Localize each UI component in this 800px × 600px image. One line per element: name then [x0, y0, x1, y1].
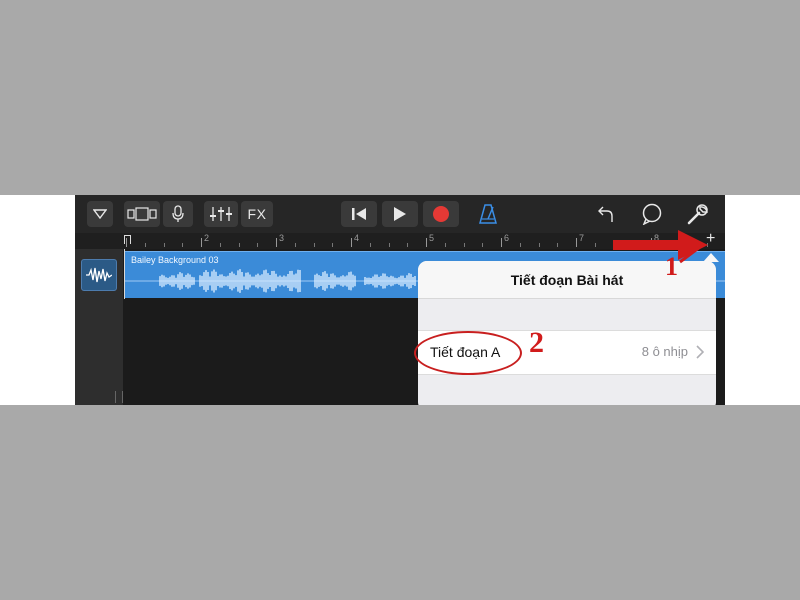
ruler-bar-number: 8: [654, 233, 660, 243]
mixer-button[interactable]: [204, 201, 238, 227]
play-icon: [394, 207, 406, 221]
track-resize-handle[interactable]: [115, 391, 123, 403]
undo-button[interactable]: [591, 201, 621, 227]
ruler-bar-number: 4: [354, 233, 360, 243]
ruler-tick: [426, 238, 427, 247]
section-length: 8 ô nhịp: [641, 344, 688, 359]
annotation-step-2: 2: [529, 326, 544, 359]
fx-label: FX: [247, 206, 267, 222]
ruler-tick: [332, 243, 334, 247]
playhead-line: [124, 249, 125, 299]
ruler-bar-number: 5: [429, 233, 435, 243]
ruler-tick: [294, 243, 296, 247]
ruler-tick: [576, 238, 577, 247]
ruler-tick: [444, 243, 446, 247]
metronome-icon: [479, 204, 497, 224]
browser-toggle-button[interactable]: [87, 201, 113, 227]
ruler-tick: [519, 243, 521, 247]
playhead-handle[interactable]: [124, 235, 131, 244]
play-button[interactable]: [382, 201, 418, 227]
popover-title: Tiết đoạn Bài hát: [510, 271, 624, 288]
settings-wrench-icon: [687, 204, 708, 225]
ruler-tick: [407, 243, 409, 247]
chevron-right-icon: [696, 345, 704, 359]
ruler-tick: [482, 243, 484, 247]
microphone-icon: [172, 205, 184, 222]
ruler-tick: [651, 238, 652, 247]
ruler-tick: [238, 243, 240, 247]
audio-waveform-icon: [86, 267, 112, 283]
ruler-tick: [669, 243, 671, 247]
ruler-tick: [369, 243, 371, 247]
ruler-bar-number: 6: [504, 233, 510, 243]
ruler-tick: [182, 243, 184, 247]
ruler-tick: [388, 243, 390, 247]
annotation-step-1: 1: [665, 252, 678, 281]
ruler-tick: [144, 243, 146, 247]
ruler-tick: [557, 243, 559, 247]
loop-icon: [642, 203, 662, 225]
fx-button[interactable]: FX: [241, 201, 273, 227]
timeline-ruler[interactable]: 2 3 4 5 6 7 8 +: [75, 230, 725, 249]
control-bar: FX: [75, 195, 725, 233]
record-icon: [433, 206, 449, 222]
ruler-tick: [351, 238, 352, 247]
ruler-tick: [163, 243, 165, 247]
garageband-window: FX 2 3 4 5 6 7 8 + Bailey Background 03 …: [75, 195, 725, 405]
ruler-bar-number: 7: [579, 233, 585, 243]
ruler-tick: [276, 238, 277, 247]
view-toggle-button[interactable]: [124, 201, 160, 227]
ruler-tick: [501, 238, 502, 247]
track-header-column: [75, 249, 123, 405]
ruler-tick: [538, 243, 540, 247]
track-header[interactable]: [81, 259, 117, 291]
ruler-tick: [613, 243, 615, 247]
microphone-button[interactable]: [163, 201, 193, 227]
loop-button[interactable]: [637, 201, 667, 227]
undo-icon: [598, 206, 613, 222]
record-button[interactable]: [423, 201, 459, 227]
ruler-tick: [313, 243, 315, 247]
ruler-bar-number: 3: [279, 233, 285, 243]
annotation-highlight-ellipse: [414, 331, 522, 375]
mixer-icon: [210, 207, 232, 221]
ruler-tick: [201, 238, 202, 247]
ruler-tick: [707, 243, 709, 247]
ruler-tick: [688, 243, 690, 247]
ruler-tick: [632, 243, 634, 247]
browser-toggle-icon: [93, 209, 107, 219]
region-name: Bailey Background 03: [131, 255, 219, 265]
view-toggle-icon: [127, 207, 157, 221]
ruler-tick: [463, 243, 465, 247]
settings-button[interactable]: [683, 201, 713, 227]
go-to-start-icon: [352, 208, 366, 220]
go-to-start-button[interactable]: [341, 201, 377, 227]
ruler-tick: [219, 243, 221, 247]
ruler-tick: [257, 243, 259, 247]
metronome-button[interactable]: [473, 201, 503, 227]
ruler-tick: [594, 243, 596, 247]
ruler-bar-number: 2: [204, 233, 210, 243]
